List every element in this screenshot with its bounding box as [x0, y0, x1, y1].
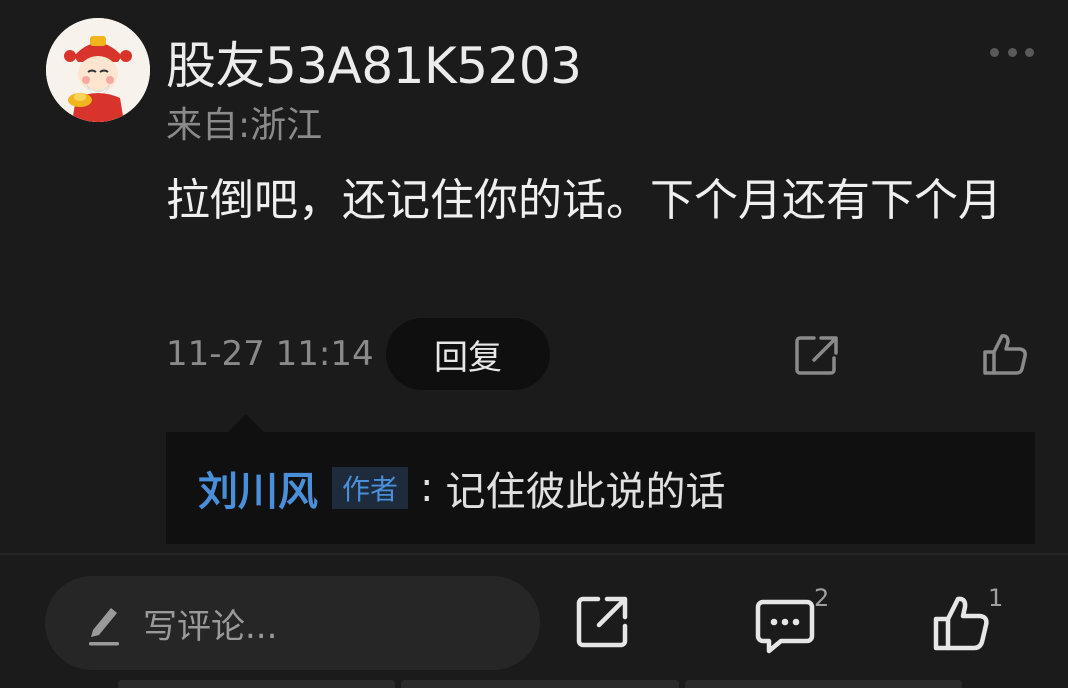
- comment-count: 2: [814, 584, 830, 612]
- thumbs-up-icon[interactable]: [982, 332, 1028, 376]
- comment-timestamp: 11-27 11:14: [166, 334, 374, 374]
- share-icon[interactable]: [794, 334, 840, 376]
- comment-input[interactable]: 写评论...: [45, 576, 540, 670]
- share-icon[interactable]: [574, 594, 630, 650]
- comment-text: 拉倒吧，还记住你的话。下个月还有下个月: [166, 175, 1002, 226]
- reply-button[interactable]: 回复: [386, 318, 550, 390]
- comment-bubble-icon[interactable]: [755, 598, 815, 654]
- bottom-edge-strip: [118, 680, 962, 688]
- author-reply[interactable]: 刘川风 作者 : 记住彼此说的话: [166, 432, 1035, 544]
- author-badge: 作者: [332, 467, 409, 509]
- user-location: 来自:浙江: [166, 105, 323, 146]
- username[interactable]: 股友53A81K5203: [166, 26, 582, 98]
- pen-icon: [89, 608, 119, 646]
- divider: [0, 553, 1068, 555]
- more-horizontal-icon[interactable]: [990, 44, 1034, 60]
- comment-placeholder: 写评论...: [143, 606, 278, 647]
- reply-separator: :: [420, 465, 434, 511]
- reply-text: 记住彼此说的话: [445, 469, 726, 515]
- reply-author-name[interactable]: 刘川风: [198, 459, 318, 517]
- thumbs-up-icon[interactable]: [932, 594, 990, 652]
- caishen-avatar-icon: [46, 18, 150, 122]
- reply-box-notch: [228, 414, 264, 432]
- like-count: 1: [988, 584, 1004, 612]
- comment-detail-screen: 股友53A81K5203 来自:浙江 拉倒吧，还记住你的话。下个月还有下个月 1…: [0, 0, 1068, 688]
- user-avatar[interactable]: [46, 18, 150, 122]
